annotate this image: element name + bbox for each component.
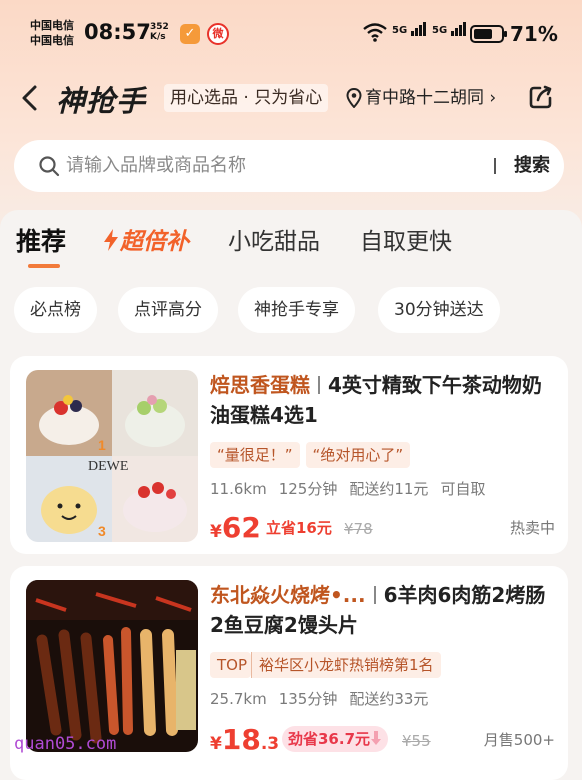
carrier-2: 中国电信: [30, 34, 74, 47]
review-tag: “量很足！”: [210, 442, 300, 468]
tab-recommend[interactable]: 推荐: [16, 222, 66, 258]
distance: 11.6km: [210, 480, 267, 498]
lightning-icon: [104, 229, 118, 251]
price-row: ¥62 立省16元 ¥78 热卖中: [210, 508, 555, 544]
wifi-icon: [363, 23, 387, 42]
chevron-right-icon: ›: [489, 88, 497, 108]
signal-2-icon: 5G: [432, 22, 467, 36]
signal-1-icon: 5G: [392, 22, 427, 36]
delivery-fee: 配送约11元: [349, 480, 429, 498]
search-button[interactable]: 搜索: [514, 140, 550, 192]
monthly-sales: 月售500+: [483, 731, 555, 749]
chip-30min-delivery[interactable]: 30分钟送达: [378, 287, 500, 333]
battery-percent: 71%: [510, 22, 558, 46]
shop-name: 东北焱火烧烤•...: [210, 583, 366, 607]
tab-snacks[interactable]: 小吃甜品: [228, 222, 320, 256]
chip-must-order[interactable]: 必点榜: [14, 287, 97, 333]
review-tags: “量很足！” “绝对用心了”: [210, 442, 416, 468]
back-icon[interactable]: [18, 84, 42, 112]
app-logo: 神抢手: [56, 84, 147, 118]
tab-pickup[interactable]: 自取更快: [360, 222, 452, 256]
share-icon[interactable]: [528, 84, 554, 110]
svg-text:3: 3: [98, 523, 106, 539]
arrow-down-icon: [371, 731, 382, 745]
slogan: 用心选品 · 只为省心: [164, 84, 329, 112]
tab-super-subsidy[interactable]: 超倍补: [102, 222, 189, 256]
original-price: ¥78: [344, 520, 373, 538]
delivery-info: 25.7km 135分钟 配送约33元: [210, 688, 440, 709]
search-bar[interactable]: 搜索: [14, 140, 564, 192]
original-price: ¥55: [402, 732, 431, 750]
shop-name: 焙思香蛋糕: [210, 373, 310, 397]
top-badge: TOP: [210, 652, 252, 678]
ranking-tag: 裕华区小龙虾热销榜第1名: [251, 652, 441, 678]
ranking-tags: TOP 裕华区小龙虾热销榜第1名: [210, 652, 447, 678]
weibo-notification-icon: 微: [207, 23, 229, 45]
product-image-cakes: DEWE 1 3: [26, 370, 198, 542]
product-title: 东北焱火烧烤•... 6羊肉6肉筋2烤肠2鱼豆腐2馒头片: [210, 580, 555, 640]
product-image-bbq: [26, 580, 198, 752]
location-text: 育中路十二胡同: [365, 88, 484, 108]
delivery-info: 11.6km 125分钟 配送约11元 可自取: [210, 478, 497, 499]
taobao-notification-icon: ✓: [180, 24, 200, 44]
search-divider: [494, 158, 496, 174]
carrier-1: 中国电信: [30, 19, 74, 32]
review-tag: “绝对用心了”: [305, 442, 411, 468]
saving-label: 立省16元: [266, 519, 332, 537]
carrier-labels: 中国电信 中国电信: [30, 18, 74, 48]
delivery-fee: 配送约33元: [349, 690, 429, 708]
watermark: quan05.com: [14, 734, 117, 754]
product-card[interactable]: DEWE 1 3 焙思香蛋糕 4英寸精致下午茶动物奶油蛋糕4选1 “量很足！” “绝…: [10, 356, 568, 554]
delivery-time: 125分钟: [278, 480, 338, 498]
network-speed: 352 K/s: [150, 22, 169, 42]
location-selector[interactable]: 育中路十二胡同 ›: [346, 84, 496, 112]
battery-icon: [470, 25, 507, 43]
price: ¥18.3: [210, 723, 280, 756]
active-tab-indicator: [28, 264, 60, 268]
price: ¥62: [210, 511, 261, 544]
saving-badge: 劲省36.7元: [282, 726, 389, 752]
product-title: 焙思香蛋糕 4英寸精致下午茶动物奶油蛋糕4选1: [210, 370, 555, 430]
pickup-available: 可自取: [440, 480, 486, 498]
distance: 25.7km: [210, 690, 267, 708]
svg-text:1: 1: [98, 437, 106, 453]
image-lettering: DEWE: [88, 459, 128, 474]
chip-high-rating[interactable]: 点评高分: [118, 287, 218, 333]
status-bar: 中国电信 中国电信 08:57 352 K/s ✓ 微 5G 5G 71%: [0, 0, 582, 72]
category-tabs: 推荐 超倍补 小吃甜品 自取更快: [0, 222, 582, 272]
delivery-time: 135分钟: [278, 690, 338, 708]
sale-status: 热卖中: [509, 519, 555, 537]
clock: 08:57: [84, 20, 151, 44]
search-icon: [39, 156, 60, 177]
location-pin-icon: [346, 88, 362, 108]
search-input[interactable]: [66, 140, 466, 192]
price-row: ¥18.3 劲省36.7元 ¥55 月售500+: [210, 720, 555, 756]
chip-exclusive[interactable]: 神抢手专享: [238, 287, 355, 333]
